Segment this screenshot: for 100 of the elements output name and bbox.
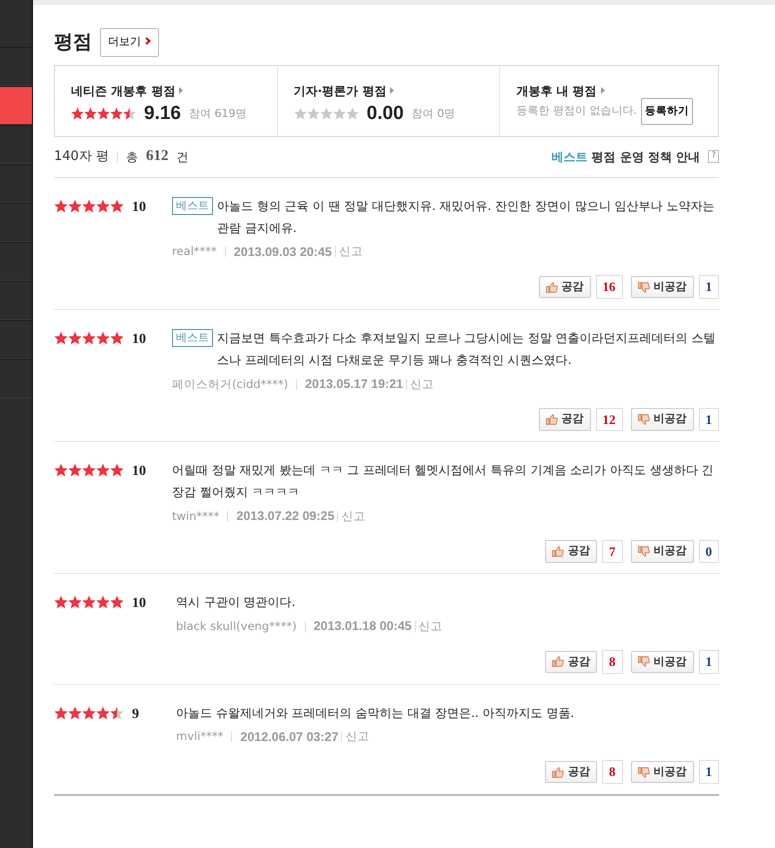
star-icon bbox=[82, 706, 96, 720]
star-icon bbox=[110, 198, 124, 212]
star-icon bbox=[71, 107, 84, 120]
star-icon bbox=[96, 463, 110, 477]
like-button[interactable]: 공감 bbox=[545, 760, 597, 784]
best-tag: 베스트 bbox=[172, 196, 213, 214]
summary-title[interactable]: 기자·평론가 평점 bbox=[294, 82, 386, 100]
star-icon bbox=[68, 330, 82, 345]
review-text: 어릴때 정말 재밌게 봤는데 ㅋㅋ 그 프레데터 헬멧시점에서 특유의 기계음 소리가 아직도 생생하다 긴장감 쩔어줬지 ㅋㅋㅋㅋ bbox=[172, 462, 715, 501]
like-count: 12 bbox=[596, 408, 622, 431]
star-icon bbox=[82, 463, 96, 477]
summary-title[interactable]: 개봉후 내 평점 bbox=[516, 82, 597, 100]
like-button[interactable]: 공감 bbox=[538, 276, 590, 298]
star-icon bbox=[68, 706, 82, 720]
thumbs-down-icon bbox=[638, 766, 650, 778]
review-score: 10 bbox=[132, 463, 147, 481]
dislike-count: 1 bbox=[698, 408, 719, 431]
star-icon bbox=[68, 463, 82, 477]
thumbs-up-icon bbox=[552, 656, 564, 668]
star-icon bbox=[110, 463, 124, 477]
register-button[interactable]: 등록하기 bbox=[640, 98, 693, 126]
thumbs-up-icon bbox=[546, 414, 558, 425]
author-name: real**** bbox=[172, 243, 217, 260]
thumbs-up-icon bbox=[552, 546, 564, 557]
summary-title[interactable]: 네티즌 개봉후 평점 bbox=[71, 82, 176, 100]
star-icon bbox=[82, 595, 96, 610]
review-date: 2013.07.22 09:25 bbox=[236, 508, 334, 525]
best-tag: 베스트 bbox=[172, 328, 213, 347]
score-value: 9.16 bbox=[144, 102, 181, 126]
review-date: 2012.06.07 03:27 bbox=[240, 728, 338, 746]
star-icon bbox=[294, 107, 307, 120]
chevron-icon bbox=[144, 37, 150, 45]
like-button[interactable]: 공감 bbox=[545, 540, 597, 563]
star-icon bbox=[54, 198, 68, 212]
dislike-count: 1 bbox=[698, 760, 719, 784]
dislike-button[interactable]: 비공감 bbox=[630, 760, 694, 784]
like-count: 16 bbox=[596, 275, 622, 299]
review-score: 9 bbox=[132, 706, 140, 724]
dislike-button[interactable]: 비공감 bbox=[630, 650, 694, 673]
star-icon bbox=[82, 330, 96, 345]
more-button[interactable]: 더보기 bbox=[100, 28, 158, 56]
triangle-icon bbox=[390, 87, 394, 94]
star-icon bbox=[96, 706, 110, 720]
star-icon bbox=[96, 595, 110, 610]
section-title: 평점 bbox=[54, 30, 92, 55]
dislike-count: 1 bbox=[698, 650, 719, 674]
star-icon bbox=[54, 595, 68, 610]
triangle-icon bbox=[179, 87, 184, 94]
author-name: mvli**** bbox=[176, 728, 224, 746]
author-name: black skull(veng****) bbox=[176, 618, 297, 635]
review-date: 2013.01.18 00:45 bbox=[314, 618, 412, 636]
star-icon bbox=[54, 706, 68, 720]
review-score: 10 bbox=[132, 330, 147, 349]
star-icon bbox=[332, 107, 346, 120]
dislike-button[interactable]: 비공감 bbox=[630, 276, 694, 298]
review-text: 지금보면 특수효과가 다소 후져보일지 모르나 그당시에는 정말 연출이라던지프레데터의 스텔스나 프레데터의 시점 다채로운 무기등 꽤나 충격적인 시퀀스였다. bbox=[217, 330, 717, 369]
help-button[interactable]: ? bbox=[708, 150, 719, 163]
star-icon bbox=[54, 330, 68, 345]
policy-link[interactable]: 평점 운영 정책 안내 bbox=[592, 148, 700, 166]
star-icon bbox=[306, 107, 320, 120]
review-text: 아놀드 슈왈제네거와 프레데터의 숨막히는 대결 장면은.. 아직까지도 명품. bbox=[176, 704, 574, 722]
star-icon bbox=[82, 198, 96, 212]
thumbs-up-icon bbox=[546, 282, 558, 292]
review-date: 2013.09.03 20:45 bbox=[234, 244, 332, 260]
star-icon bbox=[110, 595, 124, 610]
star-icon bbox=[123, 107, 136, 120]
dislike-button[interactable]: 비공감 bbox=[630, 408, 694, 430]
review-score: 10 bbox=[132, 595, 147, 614]
triangle-icon bbox=[600, 87, 605, 94]
dislike-count: 0 bbox=[698, 540, 719, 564]
star-icon bbox=[96, 198, 110, 212]
thumbs-down-icon bbox=[638, 546, 650, 557]
like-count: 8 bbox=[602, 760, 622, 784]
thumbs-down-icon bbox=[638, 414, 650, 425]
thumbs-up-icon bbox=[552, 766, 564, 778]
unit-label: 건 bbox=[176, 148, 188, 166]
star-icon bbox=[110, 330, 124, 345]
star-icon bbox=[110, 107, 123, 120]
author-name: 페이스허거(cidd****) bbox=[172, 376, 288, 392]
sidebar-item[interactable] bbox=[0, 86, 32, 125]
empty-message: 등록한 평점이 없습니다. bbox=[516, 103, 637, 120]
participant-count: 참여 619명 bbox=[188, 106, 246, 122]
list-title: 140자 평 bbox=[54, 148, 109, 166]
star-icon bbox=[68, 198, 82, 212]
author-name: twin**** bbox=[172, 508, 220, 525]
dislike-count: 1 bbox=[698, 275, 719, 299]
participant-count: 참여 0명 bbox=[412, 106, 456, 122]
review-date: 2013.05.17 19:21 bbox=[305, 376, 404, 393]
star-icon bbox=[84, 107, 97, 120]
total-count: 612 bbox=[146, 147, 168, 166]
star-icon bbox=[97, 107, 110, 120]
thumbs-down-icon bbox=[638, 656, 650, 668]
review-text: 아놀드 형의 근육 이 땐 정말 대단했지유. 재밌어유. 잔인한 장면이 많으니 임산부나 노약자는 관람 금지에유. bbox=[217, 198, 716, 236]
like-button[interactable]: 공감 bbox=[545, 650, 597, 673]
star-icon bbox=[68, 595, 82, 610]
star-icon bbox=[96, 330, 110, 345]
dislike-button[interactable]: 비공감 bbox=[630, 540, 694, 563]
total-label: 총 bbox=[126, 148, 138, 166]
like-button[interactable]: 공감 bbox=[538, 408, 590, 430]
score-value: 0.00 bbox=[366, 102, 404, 126]
